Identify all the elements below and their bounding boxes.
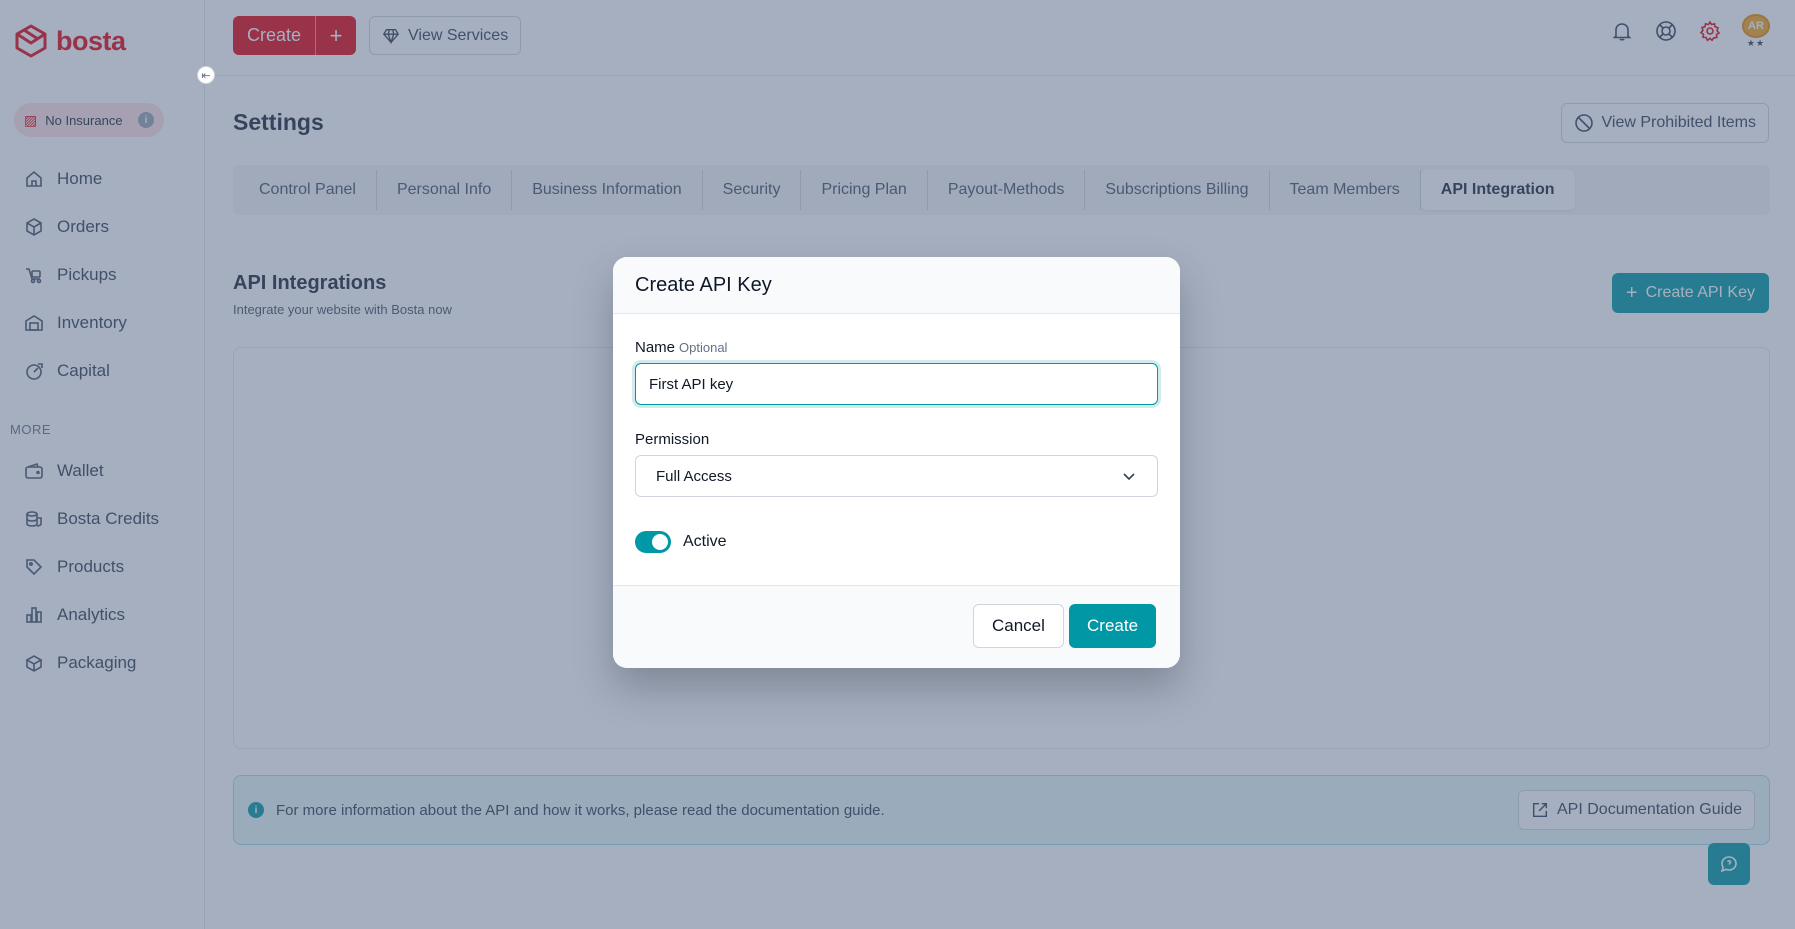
collapse-sidebar-icon[interactable]: ⇤ bbox=[197, 66, 215, 84]
dialog-footer: Cancel Create bbox=[613, 585, 1180, 668]
active-label: Active bbox=[683, 533, 727, 550]
optional-hint: Optional bbox=[679, 340, 728, 355]
create-api-key-dialog: Create API Key NameOptional Permission F… bbox=[613, 257, 1180, 668]
permission-selected-value: Full Access bbox=[656, 467, 732, 485]
permission-field-label: Permission bbox=[635, 431, 710, 448]
api-key-name-input[interactable] bbox=[635, 363, 1158, 405]
active-toggle[interactable] bbox=[635, 531, 671, 553]
permission-select[interactable]: Full Access bbox=[635, 455, 1158, 497]
name-label-text: Name bbox=[635, 339, 676, 356]
name-field-label: Name Optional bbox=[635, 339, 727, 356]
toggle-knob bbox=[652, 534, 668, 550]
create-button[interactable]: Create bbox=[1069, 604, 1157, 648]
cancel-button[interactable]: Cancel bbox=[973, 604, 1064, 648]
active-toggle-row: Active bbox=[635, 531, 727, 553]
chevron-down-icon bbox=[1121, 468, 1137, 484]
dialog-title: Create API Key bbox=[613, 257, 1180, 314]
